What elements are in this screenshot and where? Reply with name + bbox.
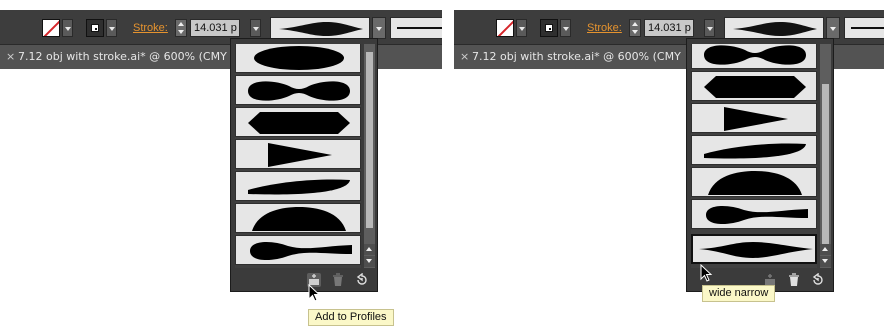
stroke-label[interactable]: Stroke: [587,22,622,34]
brush-definition-field[interactable] [390,17,442,39]
scrollbar-thumb[interactable] [366,52,373,228]
reset-icon[interactable] [355,272,369,287]
stroke-swatch[interactable] [86,19,104,37]
scroll-down-arrow[interactable] [364,256,375,267]
width-profile-width6[interactable] [691,167,817,197]
width-profile-width5[interactable] [691,135,817,165]
stroke-swatch-dropdown[interactable] [106,19,117,37]
trash-icon[interactable] [331,273,345,287]
profile-list [235,44,361,268]
close-icon[interactable]: × [460,45,469,69]
width-profile-popup [686,38,834,292]
width-profile-wide-narrow[interactable] [691,234,817,264]
width-profile-uniform[interactable] [235,44,361,73]
variable-width-profile-field[interactable] [270,17,370,39]
stroke-weight-stepper[interactable] [629,19,641,37]
fill-dropdown[interactable] [62,19,73,37]
scrollbar-thumb[interactable] [822,84,829,252]
fill-swatch[interactable] [496,19,514,37]
profile-list-scrollbar[interactable] [820,44,831,268]
variable-width-profile-dropdown[interactable] [826,17,840,39]
close-icon[interactable]: × [6,45,15,69]
tooltip: Add to Profiles [308,309,394,326]
stroke-swatch[interactable] [540,19,558,37]
document-title: 7.12 obj with stroke.ai* @ 600% (CMY [472,50,681,63]
width-profile-width7[interactable] [691,199,817,229]
fill-swatch[interactable] [42,19,60,37]
stroke-weight-field[interactable]: 14.031 p [190,19,240,37]
reset-icon[interactable] [811,272,825,287]
brush-definition-field[interactable] [844,17,884,39]
width-profile-width4[interactable] [235,139,361,169]
mouse-pointer-icon [308,284,321,302]
width-profile-width2[interactable] [235,75,361,105]
width-profile-width7[interactable] [235,235,361,265]
width-profile-width2[interactable] [691,44,817,69]
profile-list-scrollbar[interactable] [364,44,375,268]
trash-icon[interactable] [787,273,801,287]
stroke-weight-stepper[interactable] [175,19,187,37]
profile-list [691,44,817,268]
document-title: 7.12 obj with stroke.ai* @ 600% (CMY [18,50,227,63]
width-profile-popup [230,38,378,292]
stroke-weight-dropdown[interactable] [250,19,261,37]
stroke-label[interactable]: Stroke: [133,22,168,34]
stroke-weight-field[interactable]: 14.031 p [644,19,694,37]
variable-width-profile-dropdown[interactable] [372,17,386,39]
width-profile-width5[interactable] [235,171,361,201]
width-profile-width3[interactable] [691,71,817,101]
scroll-up-arrow[interactable] [364,244,375,255]
scroll-down-arrow[interactable] [820,256,831,267]
width-profile-width6[interactable] [235,203,361,233]
stroke-swatch-dropdown[interactable] [560,19,571,37]
width-profile-width3[interactable] [235,107,361,137]
left-screenshot-panel: Stroke: 14.031 p × 7.12 obj with stroke.… [0,0,442,327]
scroll-up-arrow[interactable] [820,244,831,255]
fill-dropdown[interactable] [516,19,527,37]
variable-width-profile-field[interactable] [724,17,824,39]
stroke-weight-dropdown[interactable] [704,19,715,37]
width-profile-width4[interactable] [691,103,817,133]
profile-footer [231,269,377,291]
tooltip: wide narrow [702,285,776,302]
mouse-pointer-icon [700,264,713,282]
right-screenshot-panel: Stroke: 14.031 p × 7.12 obj with stroke.… [454,0,884,327]
